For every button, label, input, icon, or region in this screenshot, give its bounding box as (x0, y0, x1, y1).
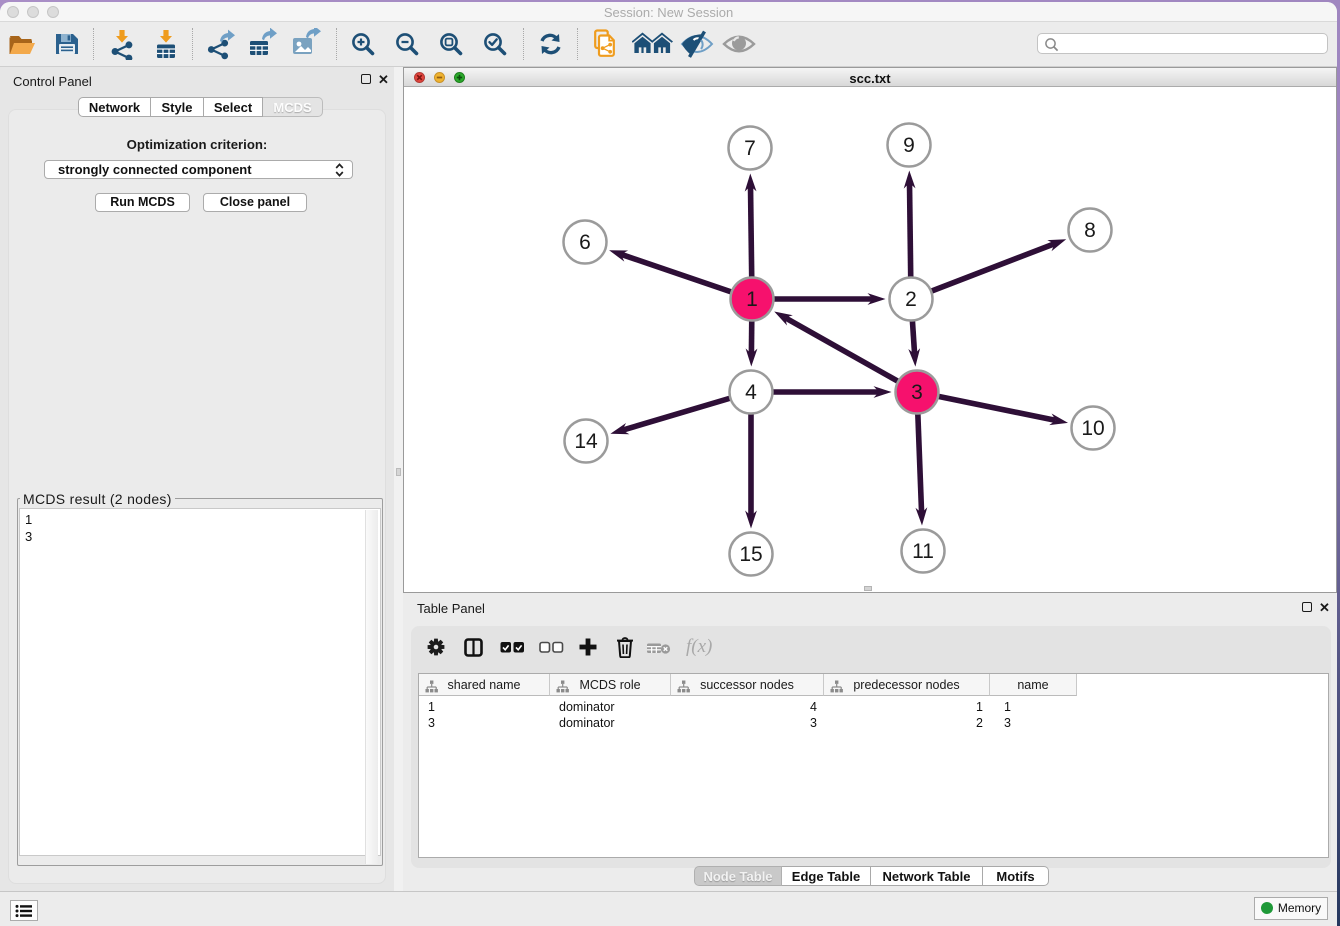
svg-text:10: 10 (1081, 417, 1104, 440)
svg-text:14: 14 (574, 430, 598, 453)
svg-text:3: 3 (911, 381, 923, 404)
svg-text:8: 8 (1084, 219, 1096, 242)
svg-text:11: 11 (912, 540, 934, 563)
svg-text:1: 1 (746, 288, 758, 311)
svg-text:6: 6 (579, 231, 591, 254)
svg-text:2: 2 (905, 288, 917, 311)
svg-text:4: 4 (745, 381, 757, 404)
svg-text:15: 15 (739, 543, 762, 566)
svg-text:7: 7 (744, 137, 756, 160)
svg-text:9: 9 (903, 134, 915, 157)
